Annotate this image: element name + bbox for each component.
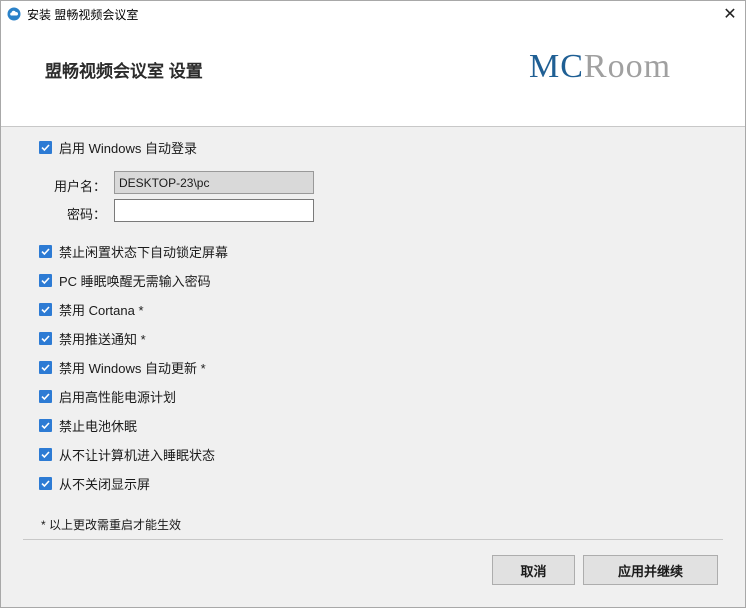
- cancel-button[interactable]: 取消: [492, 555, 575, 585]
- checkbox-label: 从不关闭显示屏: [59, 476, 151, 492]
- checkbox-disable-windows-update[interactable]: 禁用 Windows 自动更新 *: [39, 357, 206, 377]
- close-icon: ✕: [723, 6, 737, 23]
- checkbox-checked-icon: [39, 476, 52, 490]
- checkbox-checked-icon: [39, 418, 52, 432]
- checkbox-checked-icon: [39, 302, 52, 316]
- checkbox-label: 禁用推送通知 *: [59, 331, 146, 347]
- installer-window: 安装 盟畅视频会议室 ✕ 盟畅视频会议室 设置 MCRoom 启用 Window…: [0, 0, 746, 608]
- settings-panel: 启用 Windows 自动登录 用户名： 密码： 禁止闲置状态下自动锁定屏幕 P…: [23, 128, 723, 540]
- checkbox-checked-icon: [39, 140, 52, 154]
- checkbox-checked-icon: [39, 244, 52, 258]
- checkbox-disable-battery-hibernate[interactable]: 禁止电池休眠: [39, 415, 137, 435]
- checkbox-checked-icon: [39, 360, 52, 374]
- checkbox-never-sleep[interactable]: 从不让计算机进入睡眠状态: [39, 444, 215, 464]
- checkbox-label: PC 睡眠唤醒无需输入密码: [59, 273, 211, 289]
- checkbox-label: 禁用 Cortana *: [59, 302, 144, 318]
- checkbox-never-display-off[interactable]: 从不关闭显示屏: [39, 473, 150, 493]
- window-title: 安装 盟畅视频会议室: [27, 8, 139, 22]
- checkbox-label: 禁用 Windows 自动更新 *: [59, 360, 206, 376]
- header-banner: 盟畅视频会议室 设置 MCRoom: [1, 27, 745, 127]
- checkbox-disable-push[interactable]: 禁用推送通知 *: [39, 328, 146, 348]
- password-label: 密码：: [67, 207, 107, 222]
- checkbox-checked-icon: [39, 389, 52, 403]
- close-button[interactable]: ✕: [715, 1, 745, 27]
- checkbox-label: 从不让计算机进入睡眠状态: [59, 447, 216, 463]
- checkbox-checked-icon: [39, 447, 52, 461]
- checkbox-no-wake-password[interactable]: PC 睡眠唤醒无需输入密码: [39, 270, 211, 290]
- mcroom-logo: MCRoom: [529, 47, 671, 87]
- username-label: 用户名：: [54, 179, 107, 194]
- logo-mc: MC: [529, 48, 584, 85]
- logo-room: Room: [583, 48, 672, 85]
- title-bar: 安装 盟畅视频会议室 ✕: [1, 1, 745, 27]
- page-title: 盟畅视频会议室 设置: [45, 62, 203, 81]
- checkbox-label: 禁止电池休眠: [59, 418, 138, 434]
- checkbox-auto-login[interactable]: 启用 Windows 自动登录: [39, 137, 197, 157]
- checkbox-disable-idle-lock[interactable]: 禁止闲置状态下自动锁定屏幕: [39, 241, 228, 261]
- checkbox-label: 禁止闲置状态下自动锁定屏幕: [59, 244, 229, 260]
- restart-note: * 以上更改需重启才能生效: [41, 518, 182, 532]
- apply-continue-button[interactable]: 应用并继续: [583, 555, 718, 585]
- checkbox-high-performance[interactable]: 启用高性能电源计划: [39, 386, 176, 406]
- checkbox-label: 启用高性能电源计划: [59, 389, 177, 405]
- checkbox-label: 启用 Windows 自动登录: [59, 140, 197, 156]
- password-field[interactable]: [114, 199, 314, 222]
- checkbox-disable-cortana[interactable]: 禁用 Cortana *: [39, 299, 144, 319]
- app-cloud-icon: [7, 7, 21, 21]
- username-field[interactable]: [114, 171, 314, 194]
- checkbox-checked-icon: [39, 273, 52, 287]
- checkbox-checked-icon: [39, 331, 52, 345]
